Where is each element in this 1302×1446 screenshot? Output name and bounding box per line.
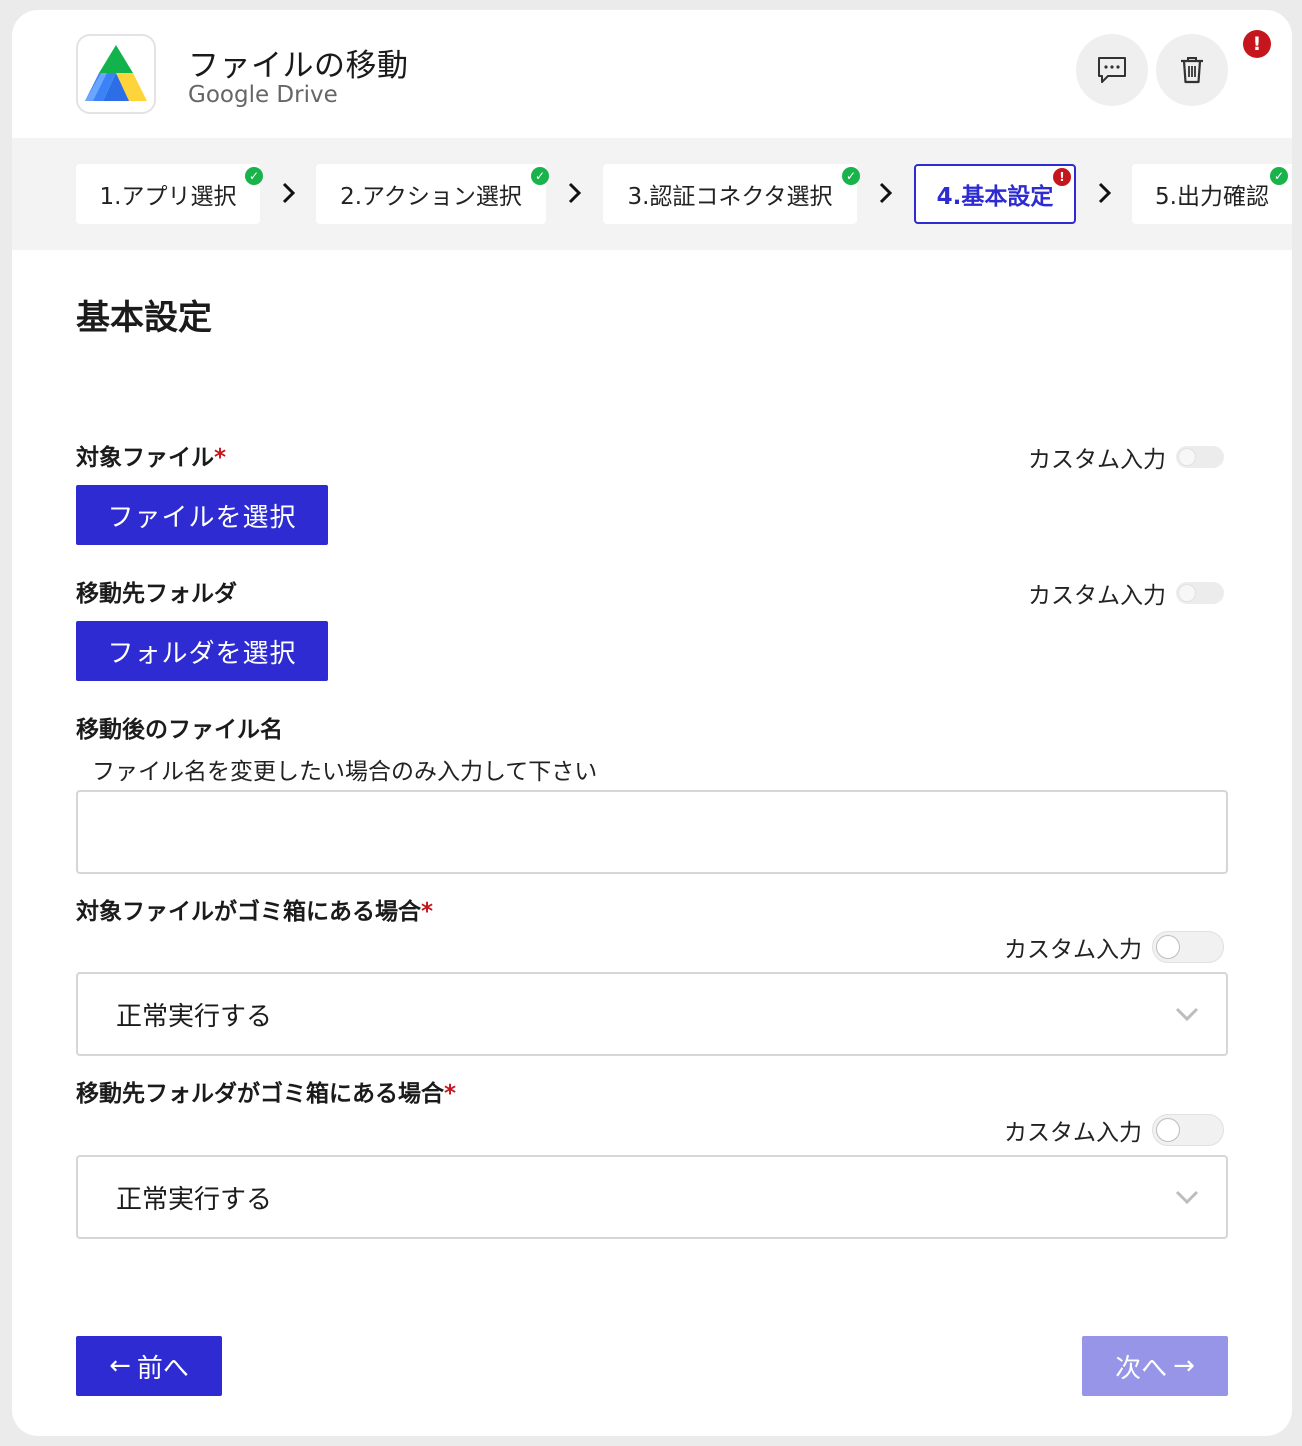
toggle-switch[interactable]	[1176, 446, 1224, 468]
select-folder-button[interactable]: フォルダを選択	[76, 621, 328, 681]
step-action-select[interactable]: 2.アクション選択 ✓	[316, 164, 549, 224]
chevron-down-icon	[1175, 1190, 1199, 1205]
next-button[interactable]: 次へ →	[1082, 1336, 1228, 1396]
error-icon: !	[1053, 168, 1071, 186]
arrow-right-icon: →	[1173, 1351, 1195, 1381]
app-card: ファイルの移動 Google Drive ! 1.アプリ選択 ✓ 2.アクション…	[12, 10, 1292, 1436]
toggle-knob	[1178, 448, 1196, 466]
custom-input-toggle-folder-in-trash: カスタム入力	[1004, 1113, 1224, 1147]
toggle-switch[interactable]	[1176, 582, 1224, 604]
required-mark: *	[421, 899, 434, 925]
label-text: 対象ファイル	[76, 445, 214, 471]
required-mark: *	[214, 445, 227, 471]
selected-value: 正常実行する	[116, 1001, 273, 1032]
comment-icon	[1098, 57, 1126, 83]
step-connector-select[interactable]: 3.認証コネクタ選択 ✓	[603, 164, 860, 224]
select-file-button[interactable]: ファイルを選択	[76, 485, 328, 545]
step-label: 4.基本設定	[936, 184, 1054, 210]
prev-label: 前へ	[136, 1353, 189, 1384]
toggle-label: カスタム入力	[1004, 937, 1142, 963]
check-icon: ✓	[1270, 167, 1288, 185]
toggle-switch[interactable]	[1152, 1114, 1224, 1146]
step-app-select[interactable]: 1.アプリ選択 ✓	[76, 164, 263, 224]
toggle-label: カスタム入力	[1004, 1120, 1142, 1146]
step-label: 5.出力確認	[1155, 184, 1269, 210]
target-file-label: 対象ファイル*	[76, 438, 226, 472]
next-label: 次へ	[1115, 1353, 1168, 1384]
section-title: 基本設定	[76, 298, 212, 338]
check-icon: ✓	[531, 167, 549, 185]
prev-button[interactable]: ← 前へ	[76, 1336, 222, 1396]
chevron-right-icon	[282, 182, 296, 204]
custom-input-toggle-file-in-trash: カスタム入力	[1004, 930, 1224, 964]
folder-in-trash-select[interactable]: 正常実行する	[76, 1155, 1228, 1239]
step-navigation: 1.アプリ選択 ✓ 2.アクション選択 ✓ 3.認証コネクタ選択 ✓ 4.基本設…	[12, 138, 1292, 250]
app-subtitle: Google Drive	[188, 82, 338, 108]
check-icon: ✓	[842, 167, 860, 185]
selected-value: 正常実行する	[116, 1184, 273, 1215]
folder-in-trash-label: 移動先フォルダがゴミ箱にある場合*	[76, 1074, 456, 1108]
chevron-right-icon	[1098, 182, 1112, 204]
arrow-left-icon: ←	[109, 1351, 131, 1381]
label-text: 対象ファイルがゴミ箱にある場合	[76, 899, 421, 925]
chevron-down-icon	[1175, 1007, 1199, 1022]
trash-icon	[1181, 57, 1203, 84]
step-output-confirm[interactable]: 5.出力確認 ✓	[1132, 164, 1292, 224]
check-icon: ✓	[245, 167, 263, 185]
delete-button[interactable]	[1156, 34, 1228, 106]
custom-input-toggle-target-file: カスタム入力	[1028, 440, 1224, 474]
toggle-label: カスタム入力	[1028, 583, 1166, 609]
toggle-knob	[1178, 584, 1196, 602]
step-label: 3.認証コネクタ選択	[627, 184, 833, 210]
file-in-trash-select[interactable]: 正常実行する	[76, 972, 1228, 1056]
step-label: 1.アプリ選択	[99, 184, 237, 210]
chevron-right-icon	[568, 182, 582, 204]
chevron-right-icon	[879, 182, 893, 204]
custom-input-toggle-dest-folder: カスタム入力	[1028, 576, 1224, 610]
comment-button[interactable]	[1076, 34, 1148, 106]
error-alert-icon: !	[1243, 30, 1271, 58]
google-drive-logo-icon	[76, 34, 156, 114]
step-basic-settings[interactable]: 4.基本設定 !	[914, 164, 1076, 224]
new-filename-hint: ファイル名を変更したい場合のみ入力して下さい	[92, 759, 598, 785]
file-in-trash-label: 対象ファイルがゴミ箱にある場合*	[76, 892, 433, 926]
step-label: 2.アクション選択	[340, 184, 522, 210]
new-filename-label: 移動後のファイル名	[76, 717, 283, 743]
toggle-switch[interactable]	[1152, 931, 1224, 963]
toggle-label: カスタム入力	[1028, 447, 1166, 473]
page-title: ファイルの移動	[188, 48, 409, 84]
label-text: 移動先フォルダがゴミ箱にある場合	[76, 1081, 444, 1107]
new-filename-input[interactable]	[76, 790, 1228, 874]
required-mark: *	[444, 1081, 457, 1107]
toggle-knob	[1156, 1118, 1180, 1142]
dest-folder-label: 移動先フォルダ	[76, 581, 237, 607]
toggle-knob	[1156, 935, 1180, 959]
